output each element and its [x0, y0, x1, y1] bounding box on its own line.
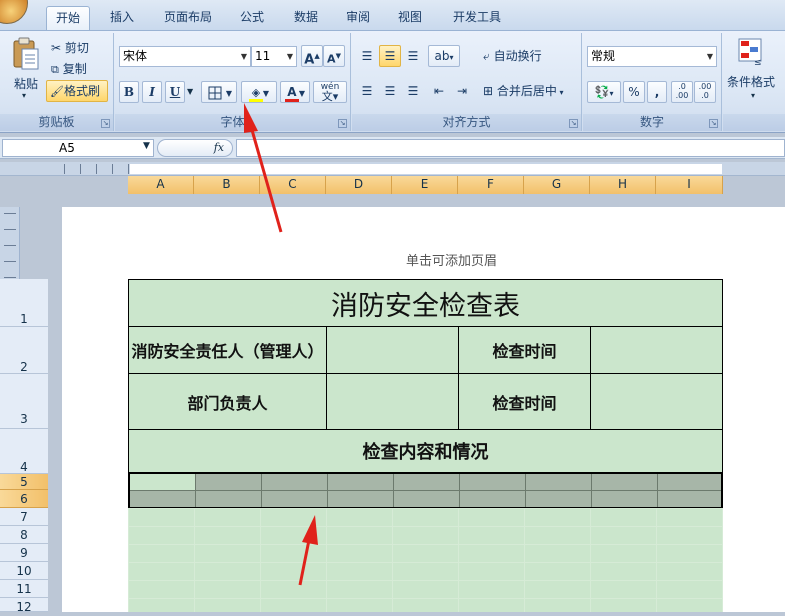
- arrow-to-borders-icon: [244, 103, 283, 233]
- arrow-to-selected-rows: [298, 515, 318, 586]
- annotation-arrows: [244, 103, 318, 586]
